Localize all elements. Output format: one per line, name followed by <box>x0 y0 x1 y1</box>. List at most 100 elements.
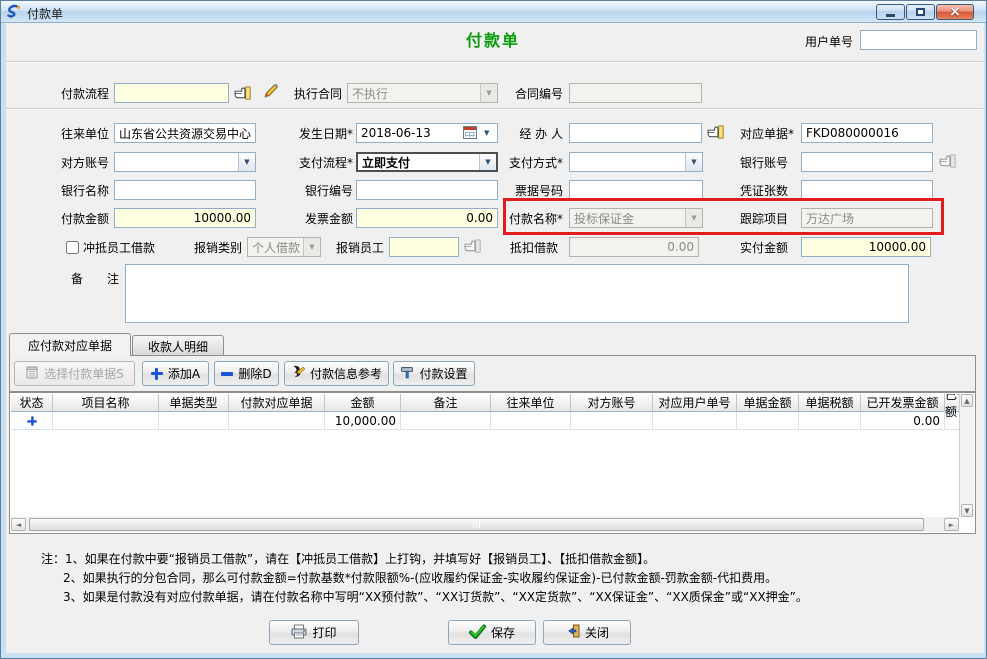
table-cell[interactable]: 0.00 <box>861 412 945 430</box>
invoice-amount-input[interactable] <box>356 208 498 228</box>
scroll-left-arrow[interactable]: ◄ <box>11 518 26 531</box>
chevron-down-icon <box>303 238 320 256</box>
table-cell[interactable] <box>799 412 861 430</box>
plus-icon <box>27 416 37 426</box>
corresponding-doc-input[interactable] <box>801 123 933 143</box>
table-cell[interactable] <box>53 412 159 430</box>
payment-amount-input[interactable] <box>114 208 256 228</box>
tab-payee-details[interactable]: 收款人明细 <box>132 335 224 356</box>
close-window-button[interactable] <box>936 4 974 20</box>
horizontal-scrollbar[interactable]: ◄ ► <box>11 517 959 532</box>
bill-no-label: 票据号码 <box>493 183 563 199</box>
counterparty-account-label: 对方账号 <box>39 155 109 171</box>
scrollbar-thumb[interactable] <box>29 518 924 531</box>
table-header-cell: 对应用户单号 <box>653 394 737 412</box>
chevron-down-icon <box>685 153 702 171</box>
payment-name-label: 付款名称* <box>493 211 563 227</box>
contract-no-input <box>569 83 702 103</box>
bank-name-input[interactable] <box>114 180 256 200</box>
deduct-loan-input <box>569 237 699 257</box>
table-cell[interactable] <box>571 412 653 430</box>
maximize-button[interactable] <box>906 4 935 20</box>
print-button[interactable]: 打印 <box>269 620 359 645</box>
handler-input[interactable] <box>569 123 702 143</box>
hand-picker-icon[interactable] <box>234 86 251 100</box>
reimburse-type-select[interactable]: 个人借款 <box>247 237 321 257</box>
close-button[interactable]: 关闭 <box>543 620 631 645</box>
counterparty-input[interactable] <box>114 123 256 143</box>
execute-contract-select[interactable]: 不执行 <box>347 83 498 103</box>
door-icon <box>565 624 580 641</box>
table-cell-status[interactable] <box>11 412 53 430</box>
chevron-down-icon <box>480 84 497 102</box>
table-header-cell: 往来单位 <box>491 394 571 412</box>
bank-code-label: 银行编号 <box>283 183 353 199</box>
table-header-cell: 已付款金额 <box>945 394 959 412</box>
bank-account-input[interactable] <box>801 152 933 172</box>
user-no-label: 用户单号 <box>791 34 853 50</box>
pay-process-label: 支付流程* <box>283 155 353 171</box>
table-header-cell: 已开发票金额 <box>861 394 945 412</box>
table-header-cell: 付款对应单据 <box>229 394 325 412</box>
table-cell[interactable] <box>491 412 571 430</box>
table-cell[interactable] <box>737 412 799 430</box>
pay-method-label: 支付方式* <box>493 155 563 171</box>
remark-textarea[interactable] <box>125 264 909 323</box>
table-row[interactable]: 10,000.00 0.00 0 <box>11 412 959 430</box>
table-header-cell: 对方账号 <box>571 394 653 412</box>
table-cell[interactable]: 0 <box>945 412 959 430</box>
counterparty-label: 往来单位 <box>39 126 109 142</box>
pay-method-select[interactable] <box>569 152 703 172</box>
table-cell[interactable] <box>159 412 229 430</box>
voucher-count-input[interactable] <box>801 180 933 200</box>
corresponding-doc-label: 对应单据* <box>724 126 794 142</box>
bill-no-input[interactable] <box>569 180 703 200</box>
add-button[interactable]: 添加A <box>142 361 209 386</box>
payable-docs-table: 状态 项目名称 单据类型 付款对应单据 金额 备注 往来单位 对方账号 对应用户… <box>9 392 976 534</box>
delete-button[interactable]: 删除D <box>214 361 279 386</box>
scroll-down-arrow[interactable]: ▼ <box>961 504 973 517</box>
reimburse-employee-label: 报销员工 <box>329 240 384 256</box>
actual-amount-input[interactable] <box>801 237 931 257</box>
tab-payable-docs[interactable]: 应付款对应单据 <box>9 333 131 356</box>
app-icon <box>6 4 22 20</box>
table-header-cell: 单据类型 <box>159 394 229 412</box>
offset-loan-label: 冲抵员工借款 <box>83 240 163 256</box>
reference-icon <box>291 365 305 382</box>
notepad-icon <box>25 365 39 382</box>
table-cell[interactable] <box>653 412 737 430</box>
edit-pencil-icon[interactable] <box>263 83 279 99</box>
payment-settings-button[interactable]: 付款设置 <box>393 361 475 386</box>
minimize-button[interactable] <box>876 4 905 20</box>
payment-flow-input[interactable] <box>114 83 229 103</box>
contract-no-label: 合同编号 <box>507 86 563 102</box>
hand-picker-icon[interactable] <box>707 125 724 139</box>
vertical-scrollbar[interactable]: ▲ ▼ <box>959 394 974 517</box>
scroll-up-arrow[interactable]: ▲ <box>961 394 973 407</box>
table-cell[interactable] <box>401 412 491 430</box>
bank-code-input[interactable] <box>356 180 498 200</box>
deduct-loan-label: 抵扣借款 <box>488 240 558 256</box>
payment-name-select[interactable]: 投标保证金 <box>569 208 703 228</box>
reimburse-employee-input[interactable] <box>389 237 459 257</box>
table-cell[interactable]: 10,000.00 <box>325 412 401 430</box>
invoice-amount-label: 发票金额 <box>283 211 353 227</box>
table-header-row: 状态 项目名称 单据类型 付款对应单据 金额 备注 往来单位 对方账号 对应用户… <box>11 394 959 412</box>
offset-loan-checkbox[interactable] <box>66 241 79 254</box>
calendar-icon[interactable] <box>463 126 477 139</box>
chevron-down-icon[interactable]: ▼ <box>484 129 489 137</box>
chevron-down-icon <box>685 209 702 227</box>
hand-picker-icon <box>464 239 481 253</box>
table-cell[interactable] <box>229 412 325 430</box>
user-no-input[interactable] <box>860 30 977 50</box>
table-header-cell: 单据金额 <box>737 394 799 412</box>
scroll-right-arrow[interactable]: ► <box>944 518 959 531</box>
counterparty-account-select[interactable] <box>114 152 256 172</box>
payment-info-ref-button[interactable]: 付款信息参考 <box>284 361 389 386</box>
plus-icon <box>151 368 163 380</box>
minimize-icon <box>886 14 895 17</box>
window-title: 付款单 <box>27 5 63 22</box>
pay-process-select[interactable]: 立即支付 <box>356 152 498 172</box>
separator <box>6 61 983 63</box>
save-button[interactable]: 保存 <box>448 620 536 645</box>
